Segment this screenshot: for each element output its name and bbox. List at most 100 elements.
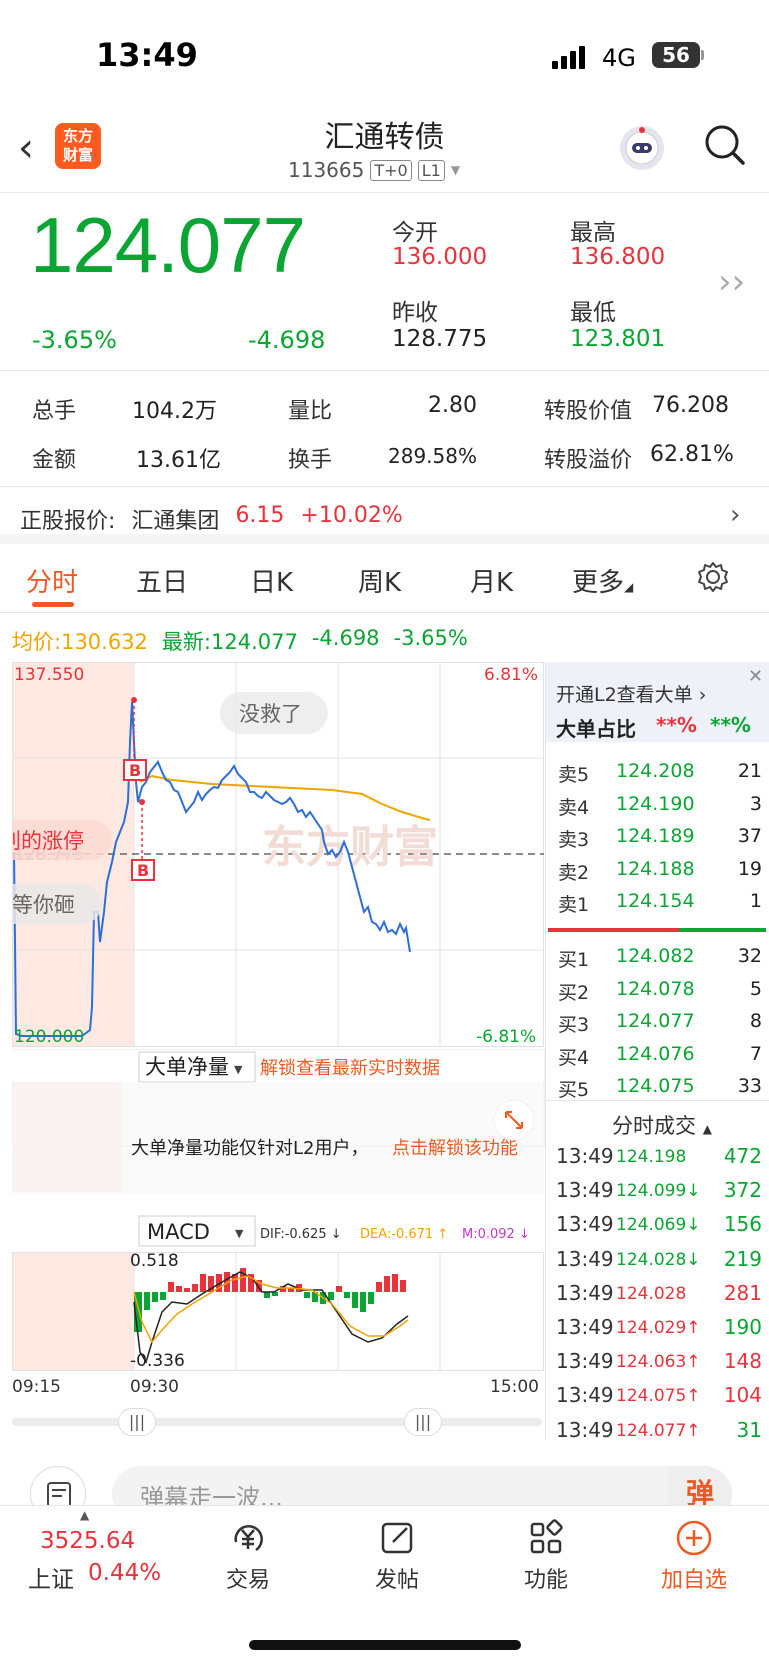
high-value: 136.800 xyxy=(570,244,666,270)
ask-price: 124.189 xyxy=(616,825,695,847)
change-pct: -3.65% xyxy=(32,326,117,354)
ratio-value: 2.80 xyxy=(428,393,477,418)
index-name[interactable]: 上证 xyxy=(28,1560,74,1594)
tick-time: 13:49 xyxy=(556,1178,614,1203)
signal-bar xyxy=(552,61,558,69)
bid-volume: 33 xyxy=(737,1075,762,1097)
tick-volume: 156 xyxy=(723,1212,762,1237)
tick-volume: 190 xyxy=(723,1315,762,1339)
tick-price: 124.028↓ xyxy=(616,1249,701,1270)
ask-level: 卖1 xyxy=(558,894,590,916)
assistant-robot-icon[interactable] xyxy=(620,126,664,170)
bid-price: 124.082 xyxy=(616,945,695,967)
bid-price: 124.076 xyxy=(616,1042,695,1065)
edit-icon xyxy=(381,1522,413,1554)
tick-volume: 104 xyxy=(723,1383,762,1408)
tab-daily-k[interactable]: 日K xyxy=(250,562,293,599)
volume-value: 104.2万 xyxy=(132,399,217,424)
tab-trade[interactable]: 交易 xyxy=(188,1512,308,1594)
tick-time: 13:49 xyxy=(556,1315,614,1339)
pct-top-label: 6.81% xyxy=(484,665,538,685)
volume-label: 总手 xyxy=(32,399,77,424)
battery-cap xyxy=(701,50,704,60)
tab-monthly-k[interactable]: 月K xyxy=(470,562,513,599)
ask-volume: 37 xyxy=(737,825,762,847)
tick-volume: 372 xyxy=(723,1178,762,1203)
pct-bottom-label: -6.81% xyxy=(476,1027,536,1047)
tab-weekly-k[interactable]: 周K xyxy=(358,562,401,599)
underlying-price: 6.15 xyxy=(235,503,285,528)
tick-row: 13:49 124.063↑ 148 xyxy=(546,1349,769,1379)
open-label: 今开 xyxy=(392,220,438,246)
battery-icon: 56 xyxy=(652,42,700,68)
tick-row: 13:49 124.029↑ 190 xyxy=(546,1315,769,1345)
avg-price-line xyxy=(139,774,431,821)
tab-five-day[interactable]: 五日 xyxy=(136,562,188,599)
dropdown-icon: ▼ xyxy=(235,1227,244,1240)
range-handle-left[interactable]: ||| xyxy=(118,1408,156,1436)
tab-more[interactable]: 更多◢ xyxy=(572,562,633,599)
tick-row: 13:49 124.028↓ 219 xyxy=(546,1247,769,1277)
chevron-right-icon[interactable]: ›› xyxy=(718,262,745,302)
tick-row: 13:49 124.069↓ 156 xyxy=(546,1212,769,1242)
high-point-marker xyxy=(131,697,137,703)
tick-row: 13:49 124.075↑ 104 xyxy=(546,1383,769,1413)
conv-value: 76.208 xyxy=(652,393,729,418)
plus-icon xyxy=(676,1520,712,1556)
ask-level: 卖4 xyxy=(558,796,590,819)
low-label: 最低 xyxy=(570,300,616,326)
range-slider-track[interactable] xyxy=(12,1418,542,1426)
macd-dea: DEA:-0.671 ↑ xyxy=(360,1227,448,1242)
macd-top-label: 0.518 xyxy=(130,1251,179,1271)
gear-icon[interactable] xyxy=(696,560,730,598)
tab-functions[interactable]: 功能 xyxy=(486,1512,606,1594)
ask-price: 124.208 xyxy=(616,760,695,782)
index-value[interactable]: 3525.64 xyxy=(40,1528,135,1554)
pre-market-shade xyxy=(12,1252,134,1370)
security-code-row[interactable]: 113665 T+0 L1 ▼ xyxy=(288,158,460,182)
tab-intraday[interactable]: 分时 xyxy=(26,562,78,599)
tick-price: 124.075↑ xyxy=(616,1386,701,1407)
tick-time: 13:49 xyxy=(556,1349,614,1374)
danmu-text: 别的涨停 xyxy=(12,829,84,853)
l2-prompt[interactable]: 开通L2查看大单 › xyxy=(556,680,706,707)
macd-m: M:0.092 ↓ xyxy=(462,1227,530,1242)
ratio-label: 量比 xyxy=(288,399,333,424)
chevron-right-icon[interactable]: › xyxy=(730,500,740,530)
tab-post[interactable]: 发帖 xyxy=(337,1512,457,1594)
signal-bar xyxy=(579,46,585,69)
net-selector-label: 大单净量 xyxy=(145,1055,229,1079)
amount-label: 金额 xyxy=(32,448,77,473)
summary-change: -4.698 xyxy=(311,626,380,650)
close-icon[interactable]: ✕ xyxy=(748,666,763,687)
index-change[interactable]: 0.44% xyxy=(88,1560,161,1586)
underlying-stock-row[interactable]: 正股报价: 汇通集团 6.15 +10.02% xyxy=(20,503,403,535)
bid-price: 124.075 xyxy=(616,1075,695,1097)
net-unlock-link[interactable]: 解锁查看最新实时数据 xyxy=(260,1058,440,1079)
buy-marker-label: B xyxy=(129,761,141,780)
add-watch-label: 加自选 xyxy=(660,1568,727,1593)
ticks-header[interactable]: 分时成交 ▲ xyxy=(612,1110,712,1140)
avg-value: 130.632 xyxy=(61,630,148,654)
search-icon[interactable] xyxy=(702,122,748,172)
net-notice: 大单净量功能仅针对L2用户， xyxy=(131,1138,368,1159)
danmu-text: 没救了 xyxy=(239,702,302,726)
tick-time: 13:49 xyxy=(556,1246,614,1271)
security-code: 113665 xyxy=(288,158,365,182)
tick-price: 124.077↑ xyxy=(616,1420,701,1441)
tick-price: 124.063↑ xyxy=(616,1352,701,1373)
open-value: 136.000 xyxy=(392,244,488,270)
trade-icon xyxy=(234,1525,263,1552)
tick-price: 124.069↓ xyxy=(616,1215,701,1236)
tab-add-watch[interactable]: 加自选 xyxy=(634,1512,754,1594)
ask-level: 卖2 xyxy=(558,861,590,884)
low-value: 123.801 xyxy=(570,326,666,352)
bid-volume: 7 xyxy=(749,1042,762,1065)
buy-marker-label: B xyxy=(137,861,149,880)
bid-volume: 8 xyxy=(749,1010,762,1032)
net-notice-link[interactable]: 点击解锁该功能 xyxy=(392,1138,518,1159)
home-indicator xyxy=(249,1640,521,1650)
range-handle-right[interactable]: ||| xyxy=(404,1408,442,1436)
premium-label: 转股溢价 xyxy=(544,448,633,473)
intraday-chart[interactable]: 东方财富 B B 137.550 120.000 6.81% -6.81% 12… xyxy=(12,662,545,1402)
